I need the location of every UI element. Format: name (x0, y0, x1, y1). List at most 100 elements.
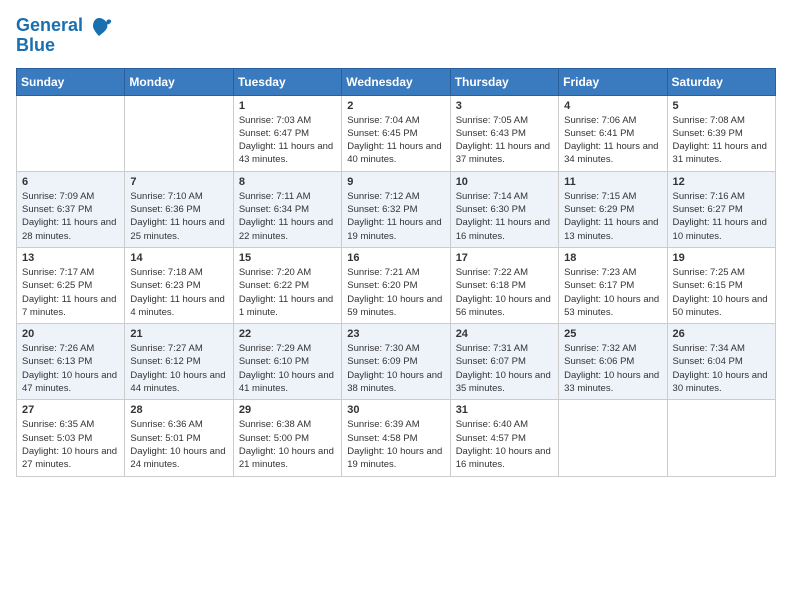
daylight-text: Daylight: 10 hours and 21 minutes. (239, 445, 336, 472)
sunrise-text: Sunrise: 6:35 AM (22, 418, 119, 431)
daylight-text: Daylight: 10 hours and 38 minutes. (347, 369, 444, 396)
day-info: Sunrise: 7:14 AMSunset: 6:30 PMDaylight:… (456, 190, 553, 243)
sunset-text: Sunset: 5:03 PM (22, 432, 119, 445)
sunrise-text: Sunrise: 7:18 AM (130, 266, 227, 279)
sunset-text: Sunset: 6:10 PM (239, 355, 336, 368)
sunrise-text: Sunrise: 7:23 AM (564, 266, 661, 279)
sunset-text: Sunset: 6:04 PM (673, 355, 770, 368)
day-info: Sunrise: 7:32 AMSunset: 6:06 PMDaylight:… (564, 342, 661, 395)
sunrise-text: Sunrise: 7:09 AM (22, 190, 119, 203)
day-info: Sunrise: 6:36 AMSunset: 5:01 PMDaylight:… (130, 418, 227, 471)
day-info: Sunrise: 6:35 AMSunset: 5:03 PMDaylight:… (22, 418, 119, 471)
sunrise-text: Sunrise: 7:17 AM (22, 266, 119, 279)
day-number: 19 (673, 252, 770, 264)
day-info: Sunrise: 7:05 AMSunset: 6:43 PMDaylight:… (456, 114, 553, 167)
sunset-text: Sunset: 6:47 PM (239, 127, 336, 140)
weekday-header-wednesday: Wednesday (342, 68, 450, 95)
sunrise-text: Sunrise: 7:29 AM (239, 342, 336, 355)
calendar-cell (125, 95, 233, 171)
sunrise-text: Sunrise: 6:39 AM (347, 418, 444, 431)
daylight-text: Daylight: 11 hours and 22 minutes. (239, 216, 336, 243)
sunrise-text: Sunrise: 7:22 AM (456, 266, 553, 279)
daylight-text: Daylight: 10 hours and 19 minutes. (347, 445, 444, 472)
day-number: 6 (22, 176, 119, 188)
sunrise-text: Sunrise: 7:03 AM (239, 114, 336, 127)
sunset-text: Sunset: 6:30 PM (456, 203, 553, 216)
sunset-text: Sunset: 5:01 PM (130, 432, 227, 445)
sunrise-text: Sunrise: 7:06 AM (564, 114, 661, 127)
calendar-cell: 31 Sunrise: 6:40 AMSunset: 4:57 PMDayligh… (450, 400, 558, 476)
day-number: 25 (564, 328, 661, 340)
day-info: Sunrise: 6:38 AMSunset: 5:00 PMDaylight:… (239, 418, 336, 471)
logo-text: General (16, 16, 83, 36)
calendar-cell: 21Sunrise: 7:27 AMSunset: 6:12 PMDayligh… (125, 324, 233, 400)
day-number: 10 (456, 176, 553, 188)
sunrise-text: Sunrise: 7:25 AM (673, 266, 770, 279)
sunset-text: Sunset: 6:22 PM (239, 279, 336, 292)
sunrise-text: Sunrise: 7:30 AM (347, 342, 444, 355)
day-number: 17 (456, 252, 553, 264)
sunrise-text: Sunrise: 7:21 AM (347, 266, 444, 279)
day-info: Sunrise: 6:39 AMSunset: 4:58 PMDaylight:… (347, 418, 444, 471)
day-info: Sunrise: 7:27 AMSunset: 6:12 PMDaylight:… (130, 342, 227, 395)
calendar-cell: 28 Sunrise: 6:36 AMSunset: 5:01 PMDayligh… (125, 400, 233, 476)
day-info: Sunrise: 7:26 AMSunset: 6:13 PMDaylight:… (22, 342, 119, 395)
sunrise-text: Sunrise: 7:08 AM (673, 114, 770, 127)
calendar-cell: 10 Sunrise: 7:14 AMSunset: 6:30 PMDayligh… (450, 171, 558, 247)
sunset-text: Sunset: 6:18 PM (456, 279, 553, 292)
sunrise-text: Sunrise: 7:04 AM (347, 114, 444, 127)
calendar-cell: 9Sunrise: 7:12 AMSunset: 6:32 PMDaylight… (342, 171, 450, 247)
day-number: 22 (239, 328, 336, 340)
calendar-cell: 3Sunrise: 7:05 AMSunset: 6:43 PMDaylight… (450, 95, 558, 171)
day-number: 31 (456, 404, 553, 416)
weekday-header-friday: Friday (559, 68, 667, 95)
daylight-text: Daylight: 10 hours and 50 minutes. (673, 293, 770, 320)
day-number: 8 (239, 176, 336, 188)
sunrise-text: Sunrise: 6:38 AM (239, 418, 336, 431)
daylight-text: Daylight: 11 hours and 31 minutes. (673, 140, 770, 167)
daylight-text: Daylight: 10 hours and 44 minutes. (130, 369, 227, 396)
daylight-text: Daylight: 10 hours and 53 minutes. (564, 293, 661, 320)
day-info: Sunrise: 7:08 AMSunset: 6:39 PMDaylight:… (673, 114, 770, 167)
sunset-text: Sunset: 6:34 PM (239, 203, 336, 216)
day-info: Sunrise: 7:22 AMSunset: 6:18 PMDaylight:… (456, 266, 553, 319)
daylight-text: Daylight: 11 hours and 19 minutes. (347, 216, 444, 243)
day-info: Sunrise: 7:18 AMSunset: 6:23 PMDaylight:… (130, 266, 227, 319)
day-info: Sunrise: 7:06 AMSunset: 6:41 PMDaylight:… (564, 114, 661, 167)
calendar-cell: 7Sunrise: 7:10 AMSunset: 6:36 PMDaylight… (125, 171, 233, 247)
calendar-cell: 25 Sunrise: 7:32 AMSunset: 6:06 PMDayligh… (559, 324, 667, 400)
sunset-text: Sunset: 6:27 PM (673, 203, 770, 216)
daylight-text: Daylight: 11 hours and 28 minutes. (22, 216, 119, 243)
sunset-text: Sunset: 6:32 PM (347, 203, 444, 216)
day-number: 28 (130, 404, 227, 416)
sunset-text: Sunset: 4:57 PM (456, 432, 553, 445)
day-number: 7 (130, 176, 227, 188)
calendar-cell: 22Sunrise: 7:29 AMSunset: 6:10 PMDayligh… (233, 324, 341, 400)
sunrise-text: Sunrise: 7:16 AM (673, 190, 770, 203)
calendar-cell: 26Sunrise: 7:34 AMSunset: 6:04 PMDayligh… (667, 324, 775, 400)
sunset-text: Sunset: 4:58 PM (347, 432, 444, 445)
daylight-text: Daylight: 10 hours and 27 minutes. (22, 445, 119, 472)
sunrise-text: Sunrise: 7:20 AM (239, 266, 336, 279)
daylight-text: Daylight: 11 hours and 25 minutes. (130, 216, 227, 243)
day-number: 15 (239, 252, 336, 264)
day-number: 24 (456, 328, 553, 340)
calendar-week-1: 1 Sunrise: 7:03 AMSunset: 6:47 PM Daylight… (17, 95, 776, 171)
sunset-text: Sunset: 6:25 PM (22, 279, 119, 292)
sunrise-text: Sunrise: 7:12 AM (347, 190, 444, 203)
daylight-text: Daylight: 11 hours and 40 minutes. (347, 140, 444, 167)
calendar-cell: 18Sunrise: 7:23 AMSunset: 6:17 PMDayligh… (559, 247, 667, 323)
calendar-cell: 1Sunrise: 7:03 AMSunset: 6:47 PMDaylight… (233, 95, 341, 171)
calendar-week-2: 6 Sunrise: 7:09 AMSunset: 6:37 PMDaylight… (17, 171, 776, 247)
calendar-cell: 16Sunrise: 7:21 AMSunset: 6:20 PMDayligh… (342, 247, 450, 323)
day-info: Sunrise: 6:40 AMSunset: 4:57 PMDaylight:… (456, 418, 553, 471)
sunrise-text: Sunrise: 7:11 AM (239, 190, 336, 203)
day-info: Sunrise: 7:09 AMSunset: 6:37 PMDaylight:… (22, 190, 119, 243)
day-number: 11 (564, 176, 661, 188)
sunrise-text: Sunrise: 6:36 AM (130, 418, 227, 431)
day-number: 4 (564, 100, 661, 112)
day-number: 1 (239, 100, 336, 112)
day-info: Sunrise: 7:30 AMSunset: 6:09 PMDaylight:… (347, 342, 444, 395)
sunset-text: Sunset: 6:29 PM (564, 203, 661, 216)
sunset-text: Sunset: 6:09 PM (347, 355, 444, 368)
